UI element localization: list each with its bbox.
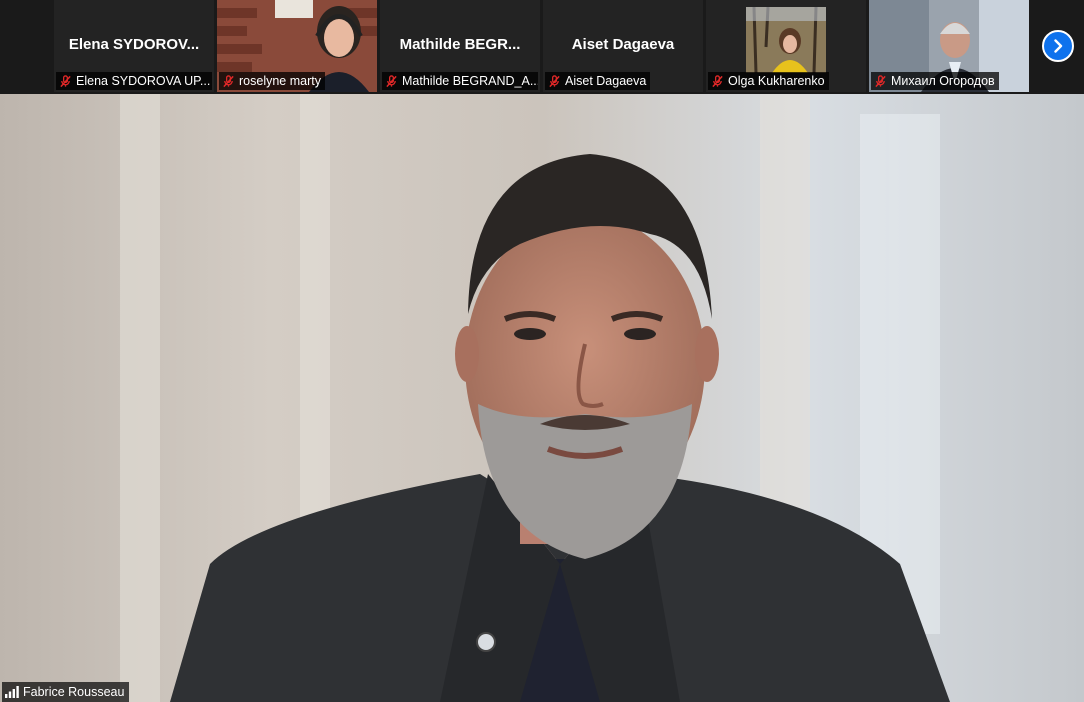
participant-label: Aiset Dagaeva — [545, 72, 651, 90]
participant-name: Mathilde BEGRAND_A... — [402, 74, 538, 88]
mic-muted-icon — [712, 74, 723, 87]
participant-tile[interactable]: Olga Kukharenko — [706, 0, 866, 92]
participant-tile[interactable]: Mathilde BEGR... Mathilde BEGRAND_A... — [380, 0, 540, 92]
mic-muted-icon — [386, 74, 397, 87]
speaker-label: Fabrice Rousseau — [2, 682, 130, 702]
participant-tile[interactable]: roselyne marty — [217, 0, 377, 92]
participant-label: Elena SYDOROVA UP... — [56, 72, 212, 90]
mic-muted-icon — [875, 74, 886, 87]
mic-muted-icon — [549, 74, 560, 87]
next-page-button[interactable] — [1042, 30, 1074, 62]
participant-label: Olga Kukharenko — [708, 72, 829, 90]
mic-muted-icon — [60, 74, 71, 87]
participant-label: roselyne marty — [219, 72, 325, 90]
active-speaker-video: Fabrice Rousseau — [0, 94, 1084, 702]
participant-name: Aiset Dagaeva — [565, 74, 647, 88]
participant-strip: Elena SYDOROV... Elena SYDOROVA UP... ro… — [0, 0, 1084, 94]
participant-name: Olga Kukharenko — [728, 74, 825, 88]
participant-avatar — [746, 7, 826, 73]
participant-name: roselyne marty — [239, 74, 321, 88]
participant-display-name: Elena SYDOROV... — [68, 36, 200, 53]
speaker-video-frame — [0, 94, 1084, 702]
participant-name: Elena SYDOROVA UP... — [76, 74, 211, 88]
signal-bars-icon — [5, 686, 19, 698]
participant-tile[interactable]: Aiset Dagaeva Aiset Dagaeva — [543, 0, 703, 92]
participant-label: Михаил Огородов — [871, 72, 999, 90]
speaker-name: Fabrice Rousseau — [23, 685, 125, 699]
chevron-right-icon — [1054, 39, 1063, 53]
mic-muted-icon — [223, 74, 234, 87]
participant-display-name: Aiset Dagaeva — [571, 36, 675, 53]
participant-name: Михаил Огородов — [891, 74, 995, 88]
participant-tile[interactable]: Elena SYDOROV... Elena SYDOROVA UP... — [54, 0, 214, 92]
participant-label: Mathilde BEGRAND_A... — [382, 72, 538, 90]
participant-tile[interactable]: Михаил Огородов — [869, 0, 1029, 92]
participant-display-name: Mathilde BEGR... — [399, 36, 521, 53]
